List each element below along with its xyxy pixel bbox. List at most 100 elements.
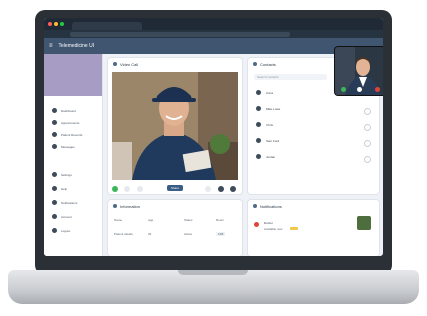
card-title: Contacts	[260, 62, 276, 67]
laptop-notch	[178, 270, 248, 275]
video-icon	[113, 62, 117, 66]
message-icon	[52, 144, 57, 149]
sidebar-item-settings[interactable]: Settings	[52, 172, 72, 177]
info-label: Name	[114, 218, 123, 222]
contact-item[interactable]: Anna	[256, 90, 273, 95]
contact-name: Anna	[266, 90, 274, 95]
contact-avatar-icon	[256, 122, 261, 127]
call-contact-icon[interactable]	[364, 156, 371, 163]
contact-avatar-icon	[256, 138, 261, 143]
notifications-card: Notifications Doctor Available now	[248, 200, 379, 256]
mute-icon[interactable]	[357, 87, 362, 92]
window-controls	[48, 22, 64, 26]
sidebar-item-label: Appointments	[61, 120, 80, 125]
sidebar-item-label: Patient Records	[61, 132, 83, 137]
laptop-screen: ≡ Telemedicine UI Dashboard Appointments…	[44, 18, 383, 256]
info-value: 12B	[216, 232, 226, 236]
address-field[interactable]	[70, 31, 290, 37]
gear-icon	[52, 172, 57, 177]
accept-call-icon[interactable]	[341, 87, 346, 92]
status-badge	[290, 227, 298, 230]
browser-url-bar	[44, 30, 383, 38]
card-title: Video Call	[120, 62, 139, 67]
contact-item[interactable]: Jordan	[256, 154, 275, 159]
info-value: 32	[148, 232, 152, 236]
call-contact-icon[interactable]	[364, 124, 371, 131]
sidebar-item-help[interactable]: Help	[52, 186, 67, 191]
sidebar-item-label: Account	[61, 214, 72, 219]
card-title: Information	[120, 204, 141, 209]
bell-icon	[253, 204, 257, 208]
more-icon[interactable]	[217, 186, 224, 192]
mic-icon[interactable]	[112, 186, 118, 192]
sidebar-item-label: Settings	[61, 172, 72, 177]
sidebar-item-dashboard[interactable]: Dashboard	[52, 108, 76, 113]
user-icon	[52, 214, 57, 219]
doctor-video-pip[interactable]	[335, 47, 383, 95]
notification-title[interactable]: Doctor	[264, 221, 273, 225]
contact-item[interactable]: Chris	[256, 122, 273, 127]
contact-name: Chris	[266, 122, 274, 127]
video-call-card: Video Call Share	[108, 58, 242, 194]
speaker-icon[interactable]	[136, 186, 143, 192]
contact-avatar-icon	[256, 90, 261, 95]
contact-item[interactable]: Sam Ford	[256, 138, 279, 143]
end-call-icon[interactable]	[229, 186, 236, 192]
share-button[interactable]: Share	[166, 185, 183, 191]
notification-subtitle: Available now	[264, 227, 283, 231]
profile-block	[44, 54, 102, 96]
patient-video-feed[interactable]	[112, 72, 238, 180]
sidebar-item-logout[interactable]: Logout	[52, 228, 70, 233]
menu-icon[interactable]: ≡	[49, 43, 53, 49]
contact-avatar-icon	[256, 106, 261, 111]
contact-avatar-icon	[256, 154, 261, 159]
info-label: Status	[184, 218, 193, 222]
sidebar-item-appointments[interactable]: Appointments	[52, 120, 79, 125]
hangup-call-icon[interactable]	[375, 87, 380, 92]
contact-name: Mike Lowe	[266, 106, 281, 111]
contacts-icon	[253, 62, 257, 66]
calendar-icon	[52, 120, 57, 125]
sidebar: Dashboard Appointments Patient Records M…	[44, 54, 103, 256]
app-title: Telemedicine UI	[58, 43, 95, 49]
card-title: Notifications	[260, 204, 282, 209]
chat-icon[interactable]	[205, 186, 212, 192]
info-icon	[113, 204, 117, 208]
call-contact-icon[interactable]	[364, 140, 371, 147]
sidebar-item-account[interactable]: Account	[52, 214, 72, 219]
app-header: ≡ Telemedicine UI	[44, 38, 383, 54]
bell-icon	[52, 200, 57, 205]
call-contact-icon[interactable]	[364, 108, 371, 115]
sidebar-item-label: Logout	[61, 228, 71, 233]
browser-tab-bar	[44, 18, 383, 30]
sidebar-item-label: Help	[61, 186, 68, 191]
contact-search-input[interactable]: Search contacts	[254, 74, 327, 80]
video-person-illustration	[112, 72, 238, 180]
browser-tab[interactable]	[72, 22, 142, 30]
close-window-dot[interactable]	[48, 22, 52, 26]
sidebar-item-label: Dashboard	[61, 108, 76, 113]
laptop-base	[8, 270, 419, 304]
info-value: Active	[184, 232, 193, 236]
maximize-window-dot[interactable]	[60, 22, 64, 26]
minimize-window-dot[interactable]	[54, 22, 58, 26]
sidebar-item-records[interactable]: Patient Records	[52, 132, 82, 137]
sidebar-item-label: Notifications	[61, 200, 78, 205]
dashboard-icon	[52, 108, 57, 113]
records-icon	[52, 132, 57, 137]
sidebar-item-notifications[interactable]: Notifications	[52, 200, 77, 205]
help-icon	[52, 186, 57, 191]
logout-icon	[52, 228, 57, 233]
contact-name: Sam Ford	[266, 138, 280, 143]
contact-item[interactable]: Mike Lowe	[256, 106, 280, 111]
sidebar-item-messages[interactable]: Messages	[52, 144, 75, 149]
video-controls: Share	[112, 183, 238, 193]
info-value: Patient details	[114, 232, 133, 236]
info-label: Age	[148, 218, 154, 222]
alert-dot-icon	[254, 222, 259, 227]
camera-icon[interactable]	[124, 186, 131, 192]
sidebar-item-label: Messages	[61, 144, 75, 149]
notification-thumbnail[interactable]	[357, 216, 371, 230]
info-label: Room	[216, 218, 225, 222]
information-card: Information Name Age Status Room Patient…	[108, 200, 242, 256]
